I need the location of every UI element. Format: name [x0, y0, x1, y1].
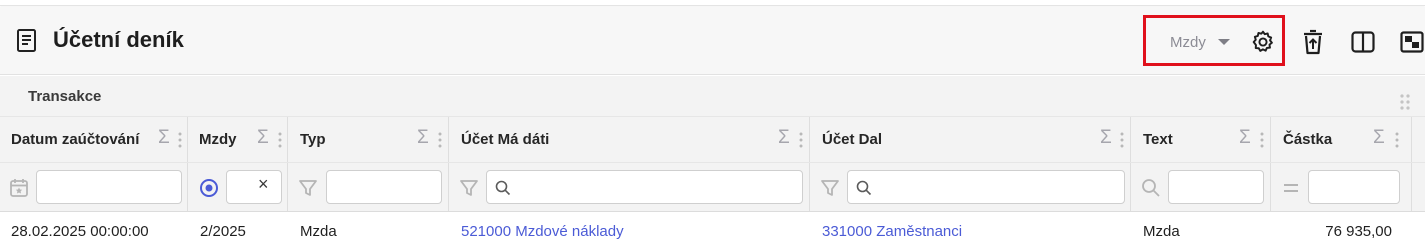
cell-text: Mzda: [1143, 223, 1180, 240]
column-header-typ[interactable]: Typ Σ: [288, 117, 449, 162]
radio-target-icon[interactable]: [198, 177, 220, 199]
filter-cell-typ: [288, 163, 449, 211]
sigma-icon[interactable]: Σ: [417, 128, 429, 147]
column-menu-icon[interactable]: [278, 131, 282, 149]
filter-cell-text: [1131, 163, 1271, 211]
clear-icon[interactable]: ×: [258, 175, 269, 193]
ucet-dal-filter-input[interactable]: [847, 170, 1125, 204]
column-title: Datum zaúčtování: [11, 131, 140, 148]
cell-mzdy: 2/2025: [200, 223, 246, 240]
column-header-datum[interactable]: Datum zaúčtování Σ: [0, 117, 188, 162]
cell-datum: 28.02.2025 00:00:00: [11, 223, 149, 240]
filter-cell-mzdy: ×: [188, 163, 288, 211]
filter-cell-ucet-dal: [810, 163, 1131, 211]
sigma-icon[interactable]: Σ: [1100, 128, 1112, 147]
search-icon[interactable]: [1140, 177, 1162, 199]
column-header-mzdy[interactable]: Mzdy Σ: [188, 117, 288, 162]
sigma-icon[interactable]: Σ: [1373, 128, 1385, 147]
funnel-icon[interactable]: [297, 177, 319, 199]
cell-castka: 76 935,00: [1325, 223, 1392, 240]
drag-handle-icon[interactable]: [1399, 93, 1411, 111]
export-trash-icon[interactable]: [1300, 29, 1326, 55]
column-header-row: Datum zaúčtování Σ Mzdy Σ Typ Σ Účet Má …: [0, 116, 1425, 162]
column-title: Typ: [300, 131, 326, 148]
sigma-icon[interactable]: Σ: [257, 128, 269, 147]
typ-filter-input[interactable]: [326, 170, 442, 204]
column-menu-icon[interactable]: [1120, 131, 1124, 149]
table-row[interactable]: 28.02.2025 00:00:00 2/2025 Mzda 521000 M…: [0, 212, 1425, 250]
ucet-ma-dati-filter-input[interactable]: [486, 170, 803, 204]
sigma-icon[interactable]: Σ: [778, 128, 790, 147]
group-header: Transakce: [0, 76, 1425, 116]
column-title: Částka: [1283, 131, 1333, 148]
sigma-icon[interactable]: Σ: [1239, 128, 1251, 147]
split-view-icon[interactable]: [1350, 29, 1376, 55]
column-menu-icon[interactable]: [438, 131, 442, 149]
page-header: Účetní deník Mzdy: [0, 7, 1425, 75]
preset-select-label: Mzdy: [1170, 33, 1206, 51]
column-menu-icon[interactable]: [1260, 131, 1264, 149]
expand-icon[interactable]: [1399, 29, 1425, 55]
column-title: Mzdy: [199, 131, 237, 148]
column-header-castka[interactable]: Částka Σ: [1271, 117, 1412, 162]
column-menu-icon[interactable]: [799, 131, 803, 149]
chevron-down-icon: [1217, 39, 1230, 45]
column-header-text[interactable]: Text Σ: [1131, 117, 1271, 162]
filter-cell-castka: [1271, 163, 1412, 211]
top-divider: [0, 0, 1425, 6]
column-menu-icon[interactable]: [1395, 131, 1399, 149]
sigma-icon[interactable]: Σ: [158, 128, 170, 147]
cell-ucet-ma-dati-link[interactable]: 521000 Mzdové náklady: [461, 223, 624, 240]
journal-icon: [17, 29, 36, 52]
group-label: Transakce: [28, 88, 102, 105]
column-title: Účet Dal: [822, 131, 883, 148]
cell-typ: Mzda: [300, 223, 337, 240]
funnel-icon[interactable]: [458, 177, 480, 199]
column-header-ucet-dal[interactable]: Účet Dal Σ: [810, 117, 1131, 162]
equals-icon[interactable]: [1280, 177, 1302, 199]
date-filter-input[interactable]: [36, 170, 182, 204]
castka-filter-input[interactable]: [1308, 170, 1400, 204]
filter-cell-datum: [0, 163, 188, 211]
filter-cell-ucet-ma-dati: [449, 163, 810, 211]
column-menu-icon[interactable]: [178, 131, 182, 149]
page-title: Účetní deník: [53, 27, 184, 52]
gear-icon[interactable]: [1250, 29, 1276, 55]
calendar-icon[interactable]: [8, 177, 30, 199]
column-header-ucet-ma-dati[interactable]: Účet Má dáti Σ: [449, 117, 810, 162]
text-filter-input[interactable]: [1168, 170, 1264, 204]
filter-row: ×: [0, 162, 1425, 212]
mzdy-filter-input[interactable]: [226, 170, 282, 204]
column-title: Text: [1143, 131, 1173, 148]
funnel-icon[interactable]: [819, 177, 841, 199]
cell-ucet-dal-link[interactable]: 331000 Zaměstnanci: [822, 223, 962, 240]
column-title: Účet Má dáti: [461, 131, 550, 148]
preset-select[interactable]: Mzdy: [1170, 31, 1230, 53]
